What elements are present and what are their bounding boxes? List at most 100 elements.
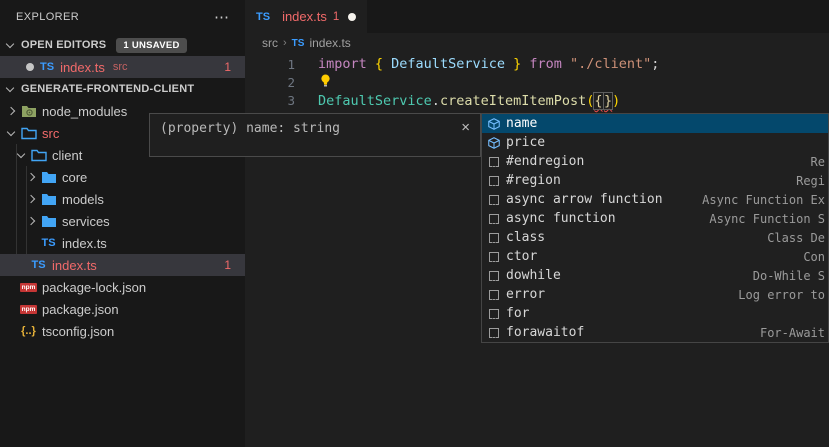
code-token: import xyxy=(318,56,375,72)
suggest-item-price[interactable]: price xyxy=(482,133,828,152)
typescript-file-icon: TS xyxy=(292,38,305,49)
line-number[interactable]: 1 xyxy=(245,57,295,72)
symbol-field-icon xyxy=(485,116,503,132)
code-token: { xyxy=(594,93,602,109)
line-number[interactable]: 3 xyxy=(245,93,295,108)
tab-bar: TS index.ts 1 xyxy=(245,0,829,33)
chevron-right-icon[interactable] xyxy=(27,217,35,225)
suggest-item-detail: Log error to xyxy=(738,288,828,302)
tree-item-core[interactable]: core xyxy=(0,166,245,188)
suggest-item-label: #endregion xyxy=(506,154,584,169)
tree-item-label: node_modules xyxy=(42,104,127,119)
breadcrumb: src › TS index.ts xyxy=(245,33,829,53)
suggest-item-label: dowhile xyxy=(506,268,561,283)
suggest-item-async-arrow-function[interactable]: async arrow function Async Function Ex xyxy=(482,190,828,209)
lightbulb-icon[interactable] xyxy=(318,73,333,88)
folder-outline-icon xyxy=(30,148,47,163)
project-section-header[interactable]: GENERATE-FRONTEND-CLIENT xyxy=(0,78,245,100)
breadcrumb-folder[interactable]: src xyxy=(262,36,278,50)
code-line-2: 2 xyxy=(245,73,829,91)
chevron-right-icon[interactable] xyxy=(27,195,35,203)
folder-open-icon xyxy=(20,126,37,141)
suggest-item-label: class xyxy=(506,230,545,245)
code-line-text xyxy=(318,73,333,92)
code-line-1: 1import { DefaultService } from "./clien… xyxy=(245,55,829,73)
suggest-widget: name price#endregionRe #region Regi async ar… xyxy=(481,113,829,343)
hover-tooltip-text: (property) name: string xyxy=(160,121,340,136)
chevron-spacer xyxy=(8,306,14,312)
suggest-item-class[interactable]: classClass De xyxy=(482,228,828,247)
suggest-item-async-function[interactable]: async functionAsync Function S xyxy=(482,209,828,228)
problem-count: 1 xyxy=(224,258,231,272)
snippet-icon xyxy=(485,173,503,189)
suggest-item-detail: Regi xyxy=(796,174,828,188)
tab-index-ts[interactable]: TS index.ts 1 xyxy=(245,0,367,33)
chevron-spacer xyxy=(8,328,14,334)
tree-item-label: package.json xyxy=(42,302,119,317)
suggest-item-detail: For-Await xyxy=(760,326,828,340)
suggest-item-#endregion[interactable]: #endregionRe xyxy=(482,152,828,171)
open-editor-filename: index.ts xyxy=(60,60,105,75)
suggest-item-label: async arrow function xyxy=(506,192,663,207)
tree-item-label: package-lock.json xyxy=(42,280,146,295)
npm-icon: npm xyxy=(20,302,37,317)
snippet-icon xyxy=(485,325,503,341)
tree-item-label: index.ts xyxy=(52,258,97,273)
tree-item-label: core xyxy=(62,170,87,185)
more-actions-icon[interactable]: ⋯ xyxy=(208,8,235,26)
suggest-item-label: ctor xyxy=(506,249,537,264)
suggest-item-ctor[interactable]: ctor Con xyxy=(482,247,828,266)
code-token: from xyxy=(529,56,570,72)
suggest-item-detail: Async Function Ex xyxy=(702,193,828,207)
open-editor-item[interactable]: TS index.ts src 1 xyxy=(0,56,245,78)
chevron-spacer xyxy=(18,262,24,268)
breadcrumb-file[interactable]: index.ts xyxy=(309,36,350,50)
chevron-right-icon[interactable] xyxy=(27,173,35,181)
code-token: ; xyxy=(651,56,659,72)
chevron-right-icon[interactable] xyxy=(7,107,15,115)
suggest-item-forawaitof[interactable]: forawaitof For-Await xyxy=(482,323,828,342)
suggest-item-label: name xyxy=(506,116,537,131)
chevron-spacer xyxy=(28,240,34,246)
close-icon[interactable]: × xyxy=(461,119,470,136)
tree-item-index.ts[interactable]: TSindex.ts xyxy=(0,232,245,254)
line-number[interactable]: 2 xyxy=(245,75,295,90)
typescript-file-icon: TS xyxy=(40,61,54,73)
modified-dot-icon[interactable] xyxy=(348,13,356,21)
suggest-item-detail: Con xyxy=(803,250,828,264)
tree-item-label: client xyxy=(52,148,82,163)
snippet-icon xyxy=(485,306,503,322)
open-editor-description: src xyxy=(113,61,128,73)
suggest-item-#region[interactable]: #region Regi xyxy=(482,171,828,190)
ts-icon: TS xyxy=(40,236,57,251)
braces-icon: {..} xyxy=(20,324,37,339)
folder-icon xyxy=(40,214,57,229)
suggest-item-label: #region xyxy=(506,173,561,188)
open-editors-header[interactable]: OPEN EDITORS 1 UNSAVED xyxy=(0,34,245,56)
code-token: DefaultService xyxy=(391,56,505,72)
tree-item-models[interactable]: models xyxy=(0,188,245,210)
chevron-down-icon[interactable] xyxy=(17,150,25,158)
code-token: . xyxy=(432,93,440,109)
tree-item-services[interactable]: services xyxy=(0,210,245,232)
suggest-item-name[interactable]: name xyxy=(482,114,828,133)
suggest-item-for[interactable]: for xyxy=(482,304,828,323)
suggest-item-label: error xyxy=(506,287,545,302)
suggest-item-error[interactable]: error Log error to xyxy=(482,285,828,304)
unsaved-badge: 1 UNSAVED xyxy=(116,38,186,53)
tree-item-label: tsconfig.json xyxy=(42,324,114,339)
code-editor[interactable]: 1import { DefaultService } from "./clien… xyxy=(245,53,829,110)
suggest-item-label: forawaitof xyxy=(506,325,584,340)
chevron-down-icon[interactable] xyxy=(7,128,15,136)
project-name: GENERATE-FRONTEND-CLIENT xyxy=(21,83,194,95)
tree-item-package-lock.json[interactable]: npmpackage-lock.json xyxy=(0,276,245,298)
code-token: ) xyxy=(612,93,620,109)
code-token: } xyxy=(604,93,612,109)
tree-item-package.json[interactable]: npm package.json xyxy=(0,298,245,320)
tree-item-index.ts[interactable]: TSindex.ts1 xyxy=(0,254,245,276)
suggest-item-dowhile[interactable]: dowhileDo-While S xyxy=(482,266,828,285)
symbol-field-icon xyxy=(485,135,503,151)
tree-item-tsconfig.json[interactable]: {..} tsconfig.json xyxy=(0,320,245,342)
vscode-window: EXPLORER ⋯ OPEN EDITORS 1 UNSAVED TS ind… xyxy=(0,0,829,447)
code-token: { xyxy=(375,56,391,72)
